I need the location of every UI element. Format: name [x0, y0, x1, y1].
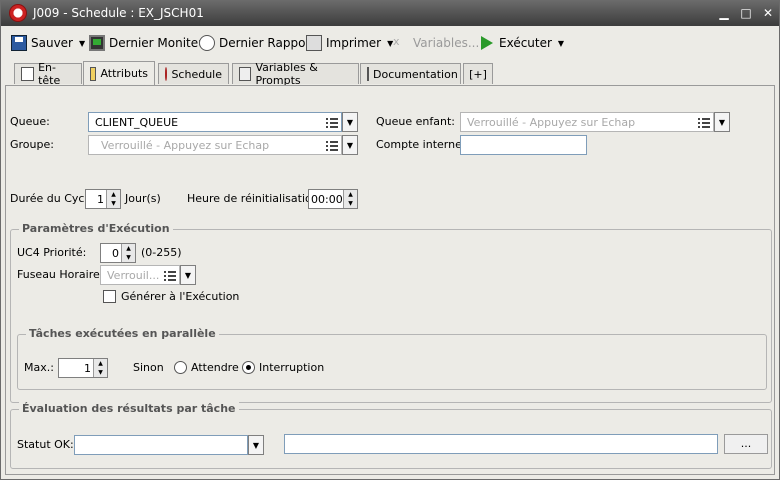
toolbar: Sauver ▼ Dernier Moniteur Dernier Rapport… — [1, 29, 779, 57]
parallel-tasks-title: Tâches exécutées en parallèle — [26, 327, 219, 340]
child-queue-label: Queue enfant: — [376, 115, 455, 128]
reset-time-stepper[interactable]: 00:00 ▲ ▼ — [308, 189, 358, 209]
schedule-icon — [165, 67, 168, 81]
evaluation-title: Évaluation des résultats par tâche — [19, 402, 239, 415]
abort-radio[interactable] — [242, 361, 255, 374]
group-input[interactable]: Verrouillé - Appuyez sur Echap — [88, 135, 342, 155]
chevron-down-icon: ▼ — [252, 440, 260, 450]
timezone-label: Fuseau Horaire: — [17, 268, 104, 281]
group-dropdown-button[interactable]: ▼ — [342, 135, 358, 155]
group-label: Groupe: — [10, 138, 54, 151]
spin-down-icon[interactable]: ▼ — [343, 199, 357, 208]
spin-down-icon[interactable]: ▼ — [106, 199, 120, 208]
spin-up-icon[interactable]: ▲ — [93, 359, 107, 368]
execute-button[interactable]: Exécuter ▼ — [479, 32, 564, 54]
tab-add[interactable]: [+] — [463, 63, 493, 84]
clock-icon — [9, 4, 27, 22]
attributes-panel: Queue: CLIENT_QUEUE ▼ Queue enfant: Verr… — [5, 85, 775, 475]
else-label: Sinon — [133, 361, 164, 374]
wait-radio[interactable] — [174, 361, 187, 374]
list-icon[interactable] — [326, 117, 338, 129]
generate-at-runtime-label: Générer à l'Exécution — [121, 290, 240, 303]
child-queue-dropdown-button[interactable]: ▼ — [714, 112, 730, 132]
chevron-down-icon[interactable]: ▼ — [79, 39, 85, 48]
window: J009 - Schedule : EX_JSCH01 ▁ □ ✕ Sauver… — [0, 0, 780, 480]
priority-label: UC4 Priorité: — [17, 246, 87, 259]
variables-button[interactable]: x Variables... — [393, 32, 479, 54]
chevron-down-icon[interactable]: ▼ — [558, 39, 564, 48]
maximize-button[interactable]: □ — [739, 6, 753, 20]
priority-range: (0-255) — [141, 246, 182, 259]
tab-schedule[interactable]: Schedule — [158, 63, 229, 84]
floppy-icon — [11, 35, 27, 51]
cycle-stepper[interactable]: 1 ▲ ▼ — [85, 189, 121, 209]
title-bar: J009 - Schedule : EX_JSCH01 ▁ □ ✕ — [1, 1, 779, 26]
status-ok-label: Statut OK: — [17, 438, 74, 451]
max-label: Max.: — [24, 361, 54, 374]
last-monitor-button[interactable]: Dernier Moniteur — [89, 32, 211, 54]
last-report-button[interactable]: Dernier Rapport — [199, 32, 315, 54]
wait-label: Attendre — [191, 361, 239, 374]
printer-icon — [306, 35, 322, 51]
window-title: J009 - Schedule : EX_JSCH01 — [33, 6, 204, 20]
chevron-down-icon: ▼ — [184, 270, 192, 280]
tab-variables[interactable]: Variables & Prompts — [232, 61, 359, 87]
list-icon[interactable] — [698, 117, 710, 129]
cycle-unit: Jour(s) — [125, 192, 161, 205]
header-icon — [21, 67, 35, 81]
book-icon — [367, 67, 369, 81]
status-ok-input[interactable] — [74, 435, 248, 455]
minimize-button[interactable]: ▁ — [717, 6, 731, 20]
timezone-dropdown-button[interactable]: ▼ — [180, 265, 196, 285]
internal-account-input[interactable] — [460, 135, 587, 155]
list-icon[interactable] — [164, 270, 176, 282]
tab-documentation[interactable]: Documentation — [360, 63, 461, 84]
close-button[interactable]: ✕ — [761, 6, 775, 20]
tab-header[interactable]: En-tête — [14, 61, 82, 87]
abort-label: Interruption — [259, 361, 325, 374]
internal-account-label: Compte interne: — [376, 138, 466, 151]
execution-params-title: Paramètres d'Exécution — [19, 222, 173, 235]
spin-down-icon[interactable]: ▼ — [93, 368, 107, 377]
execution-params-group: Paramètres d'Exécution UC4 Priorité: 0 ▲ ▼… — [10, 222, 772, 403]
save-button[interactable]: Sauver ▼ — [11, 32, 85, 54]
chevron-down-icon: ▼ — [718, 117, 726, 127]
report-icon — [199, 35, 215, 51]
tab-attributes[interactable]: Attributs — [83, 61, 155, 85]
evaluation-group: Évaluation des résultats par tâche Statu… — [10, 402, 772, 469]
monitor-icon — [89, 35, 105, 51]
spin-up-icon[interactable]: ▲ — [121, 244, 135, 253]
parallel-tasks-group: Tâches exécutées en parallèle Max.: 1 ▲ ▼ … — [17, 327, 767, 390]
play-icon — [479, 35, 495, 51]
list-icon[interactable] — [326, 140, 338, 152]
tab-bar: En-tête Attributs Schedule Variables & P… — [1, 61, 779, 87]
print-button[interactable]: Imprimer ▼ — [306, 32, 393, 54]
variables-icon: x — [393, 35, 400, 48]
status-text-input[interactable] — [284, 434, 718, 454]
spin-up-icon[interactable]: ▲ — [106, 190, 120, 199]
spin-up-icon[interactable]: ▲ — [343, 190, 357, 199]
priority-stepper[interactable]: 0 ▲ ▼ — [100, 243, 136, 263]
cycle-label: Durée du Cycle — [10, 192, 95, 205]
chevron-down-icon: ▼ — [346, 117, 354, 127]
spin-down-icon[interactable]: ▼ — [121, 253, 135, 262]
generate-at-runtime-checkbox[interactable] — [103, 290, 116, 303]
queue-input[interactable]: CLIENT_QUEUE — [88, 112, 342, 132]
reset-time-label: Heure de réinitialisation: — [187, 192, 323, 205]
queue-label: Queue: — [10, 115, 50, 128]
pencil-icon — [90, 66, 97, 81]
child-queue-input[interactable]: Verrouillé - Appuyez sur Echap — [460, 112, 714, 132]
chevron-down-icon: ▼ — [346, 140, 354, 150]
status-ok-dropdown-button[interactable]: ▼ — [248, 435, 264, 455]
browse-button[interactable]: ... — [724, 434, 768, 454]
table-icon — [239, 67, 252, 81]
queue-dropdown-button[interactable]: ▼ — [342, 112, 358, 132]
max-stepper[interactable]: 1 ▲ ▼ — [58, 358, 108, 378]
